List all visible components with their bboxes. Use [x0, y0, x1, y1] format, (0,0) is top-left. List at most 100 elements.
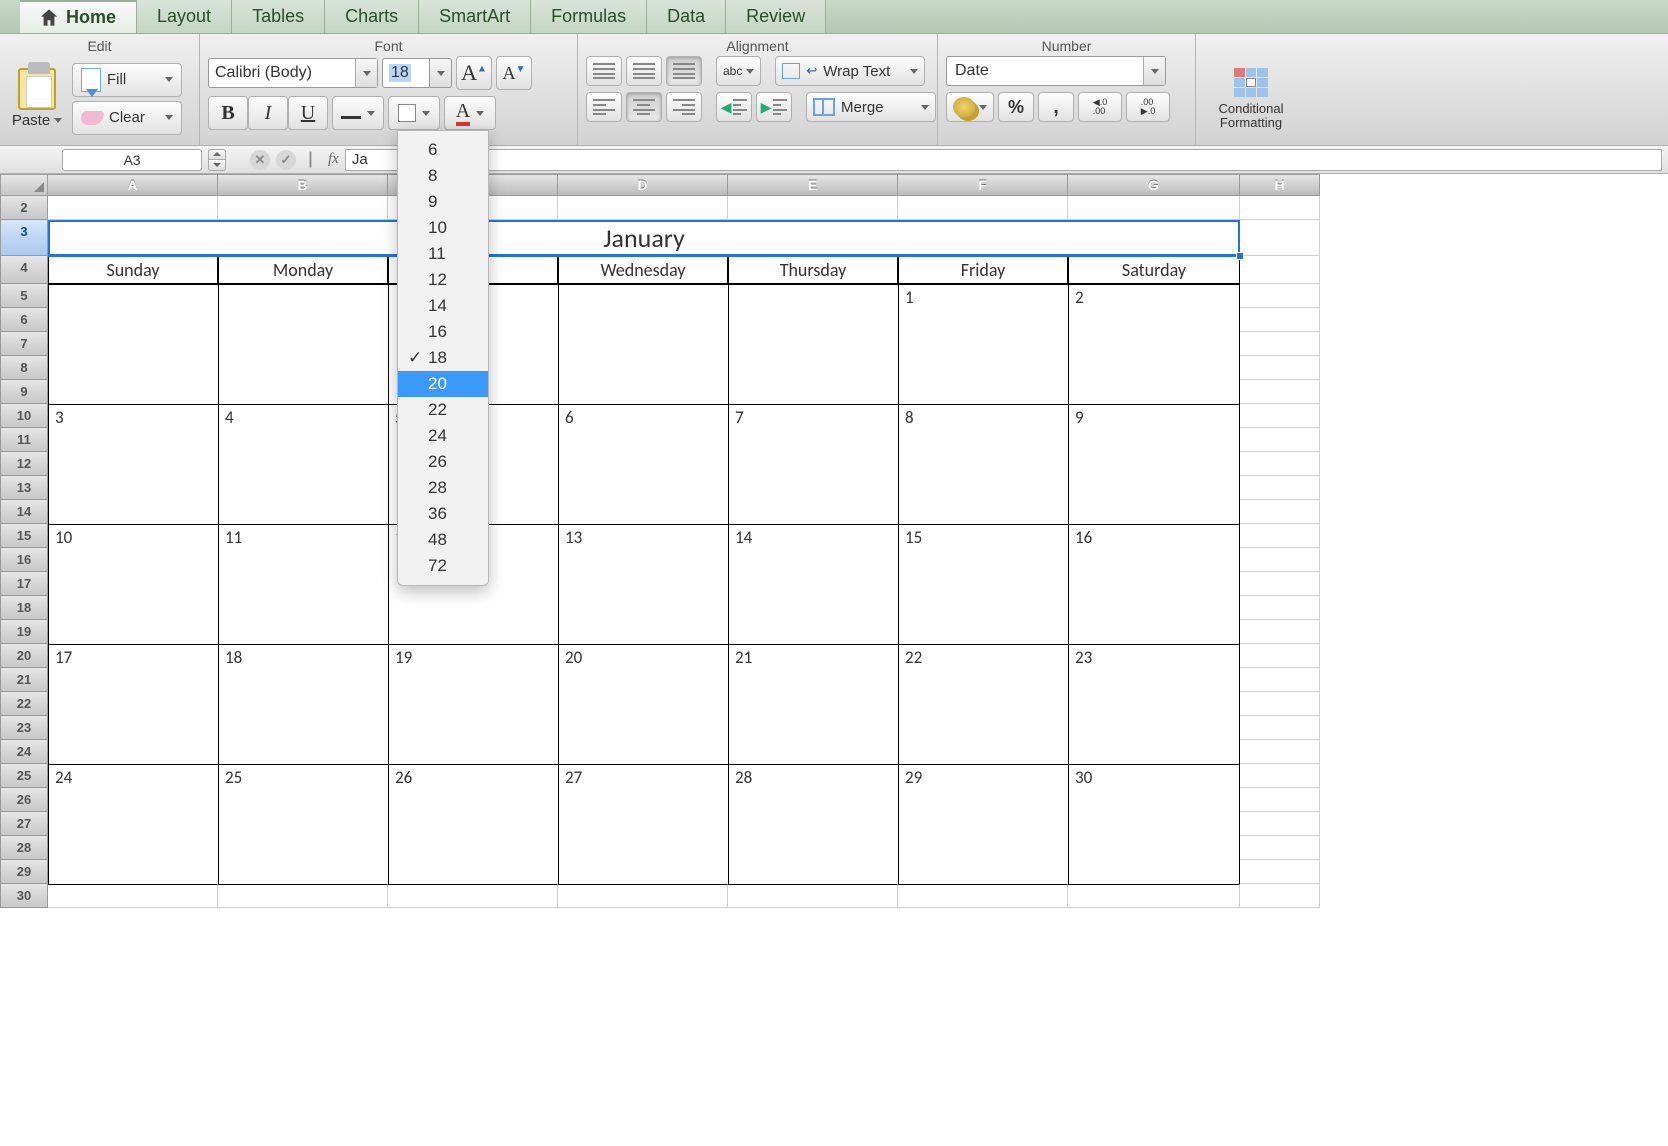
font-size-option-11[interactable]: 11: [398, 241, 488, 267]
cell[interactable]: 20: [558, 644, 728, 668]
col-header-G[interactable]: G: [1068, 174, 1240, 196]
cell[interactable]: [898, 476, 1068, 500]
cell[interactable]: [728, 332, 898, 356]
row-header-3[interactable]: 3: [0, 220, 48, 256]
cell[interactable]: [48, 332, 218, 356]
row-header-18[interactable]: 18: [0, 596, 48, 620]
row-header-9[interactable]: 9: [0, 380, 48, 404]
align-center-button[interactable]: [626, 92, 662, 122]
cell[interactable]: [388, 884, 558, 908]
cell[interactable]: [558, 716, 728, 740]
cell[interactable]: [558, 356, 728, 380]
col-header-A[interactable]: A: [48, 174, 218, 196]
cell[interactable]: [1068, 860, 1240, 884]
font-size-option-12[interactable]: 12: [398, 267, 488, 293]
cell[interactable]: 6: [558, 404, 728, 428]
cell[interactable]: [1068, 740, 1240, 764]
cell[interactable]: [388, 668, 558, 692]
cell[interactable]: [1240, 284, 1320, 308]
italic-button[interactable]: I: [248, 96, 288, 130]
cell[interactable]: [728, 452, 898, 476]
cell[interactable]: [48, 196, 218, 220]
cell[interactable]: [1068, 596, 1240, 620]
cell[interactable]: 13: [558, 524, 728, 548]
cell[interactable]: [558, 308, 728, 332]
row-header-2[interactable]: 2: [0, 196, 48, 220]
cell[interactable]: [218, 380, 388, 404]
font-size-option-72[interactable]: 72: [398, 553, 488, 579]
cell[interactable]: [728, 380, 898, 404]
row-header-13[interactable]: 13: [0, 476, 48, 500]
cell[interactable]: [898, 332, 1068, 356]
col-header-H[interactable]: H: [1240, 174, 1320, 196]
row-header-14[interactable]: 14: [0, 500, 48, 524]
paste-button[interactable]: Paste: [8, 68, 66, 129]
font-size-option-36[interactable]: 36: [398, 501, 488, 527]
cell[interactable]: [388, 740, 558, 764]
cell[interactable]: [1240, 500, 1320, 524]
cell[interactable]: [898, 308, 1068, 332]
col-header-B[interactable]: B: [218, 174, 388, 196]
cell[interactable]: [218, 860, 388, 884]
cell[interactable]: [48, 452, 218, 476]
cell[interactable]: [1068, 836, 1240, 860]
select-all-corner[interactable]: [0, 174, 48, 196]
font-size-option-24[interactable]: 24: [398, 423, 488, 449]
cell[interactable]: [218, 884, 388, 908]
cell[interactable]: [558, 860, 728, 884]
tab-tables[interactable]: Tables: [232, 0, 325, 33]
cell[interactable]: [1240, 644, 1320, 668]
cell[interactable]: [898, 452, 1068, 476]
cell[interactable]: [218, 692, 388, 716]
cell[interactable]: [728, 668, 898, 692]
cell[interactable]: [1240, 524, 1320, 548]
row-header-11[interactable]: 11: [0, 428, 48, 452]
cell[interactable]: [898, 860, 1068, 884]
col-header-D[interactable]: D: [558, 174, 728, 196]
font-size-option-20[interactable]: 20: [398, 371, 488, 397]
cell[interactable]: [1240, 596, 1320, 620]
cell[interactable]: [728, 692, 898, 716]
cell[interactable]: [1240, 308, 1320, 332]
cell[interactable]: [1240, 356, 1320, 380]
cell[interactable]: [1068, 812, 1240, 836]
tab-formulas[interactable]: Formulas: [531, 0, 647, 33]
row-header-29[interactable]: 29: [0, 860, 48, 884]
cell[interactable]: [558, 596, 728, 620]
decrease-decimal-button[interactable]: .00▶.0: [1126, 92, 1170, 122]
cell[interactable]: 28: [728, 764, 898, 788]
cell[interactable]: [558, 812, 728, 836]
row-header-26[interactable]: 26: [0, 788, 48, 812]
cell[interactable]: [728, 620, 898, 644]
font-name-combo[interactable]: Calibri (Body): [208, 58, 378, 88]
cell[interactable]: [1240, 404, 1320, 428]
clear-button[interactable]: Clear: [72, 101, 182, 135]
cell[interactable]: 23: [1068, 644, 1240, 668]
cell[interactable]: 25: [218, 764, 388, 788]
comma-button[interactable]: ,: [1038, 92, 1074, 122]
increase-indent-button[interactable]: ▶: [756, 92, 792, 122]
cell[interactable]: [898, 500, 1068, 524]
cell[interactable]: 24: [48, 764, 218, 788]
cell[interactable]: [388, 692, 558, 716]
font-size-option-22[interactable]: 22: [398, 397, 488, 423]
row-header-4[interactable]: 4: [0, 256, 48, 284]
row-header-22[interactable]: 22: [0, 692, 48, 716]
font-size-option-6[interactable]: 6: [398, 137, 488, 163]
row-header-27[interactable]: 27: [0, 812, 48, 836]
selection-handle[interactable]: [1236, 252, 1244, 260]
cell[interactable]: [48, 788, 218, 812]
cell[interactable]: [1240, 812, 1320, 836]
font-size-input[interactable]: 18: [382, 58, 430, 88]
cell[interactable]: Thursday: [728, 256, 898, 284]
cell[interactable]: [1240, 764, 1320, 788]
cell[interactable]: 27: [558, 764, 728, 788]
month-title-cell[interactable]: January: [48, 220, 1240, 257]
currency-button[interactable]: [946, 92, 994, 122]
cell[interactable]: [898, 836, 1068, 860]
cell[interactable]: [388, 788, 558, 812]
cell[interactable]: [1068, 476, 1240, 500]
cell[interactable]: [48, 572, 218, 596]
percent-button[interactable]: %: [998, 92, 1034, 122]
cell[interactable]: [218, 476, 388, 500]
